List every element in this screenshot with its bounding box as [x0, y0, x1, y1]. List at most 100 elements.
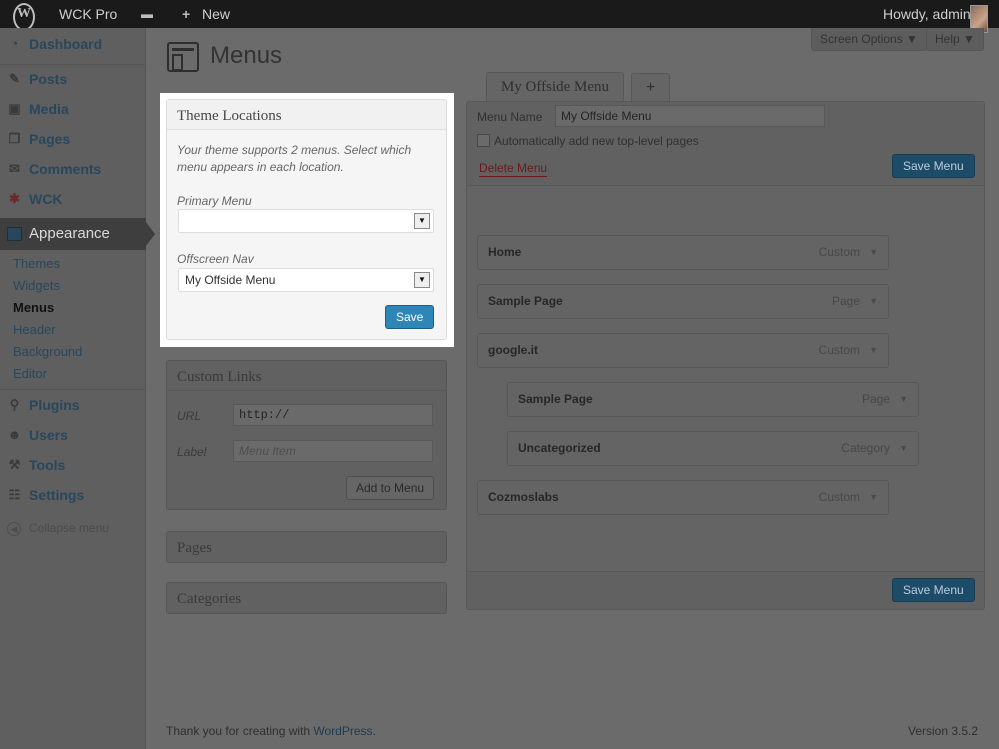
- save-menu-button-bottom[interactable]: Save Menu: [892, 578, 975, 602]
- sidebar-item-media[interactable]: ▣ Media: [0, 94, 146, 124]
- dashboard-icon: ◔: [10, 36, 19, 51]
- chevron-down-icon[interactable]: ▼: [869, 285, 878, 318]
- plugin-icon: ⚲: [9, 397, 20, 412]
- chevron-down-icon[interactable]: ▼: [869, 481, 878, 514]
- theme-locations-help: Your theme supports 2 menus. Select whic…: [177, 143, 412, 174]
- menu-item-type: Custom: [818, 490, 860, 504]
- screen-options-tab[interactable]: Screen Options ▼: [811, 28, 927, 51]
- url-input[interactable]: http://: [233, 404, 433, 426]
- sidebar-item-label: Posts: [29, 71, 68, 87]
- menu-item-title: Sample Page: [488, 294, 563, 308]
- sidebar-item-label: Dashboard: [29, 36, 103, 52]
- sidebar-item-label: Media: [29, 101, 69, 117]
- wordpress-logo-icon[interactable]: W: [13, 3, 35, 31]
- menu-item[interactable]: google.it Custom ▼: [477, 333, 889, 368]
- label-input[interactable]: Menu Item: [233, 440, 433, 462]
- categories-panel-title: Categories: [177, 591, 242, 607]
- help-tab[interactable]: Help ▼: [926, 28, 984, 51]
- sidebar-item-wck[interactable]: ✱ WCK: [0, 184, 146, 214]
- chevron-down-icon[interactable]: ▼: [869, 236, 878, 269]
- sidebar-item-comments[interactable]: ✉ Comments: [0, 154, 146, 184]
- sidebar-item-label: Users: [29, 427, 68, 443]
- plus-icon: +: [182, 6, 191, 22]
- primary-menu-label: Primary Menu: [177, 194, 252, 208]
- label-label: Label: [177, 445, 207, 459]
- menu-name-input[interactable]: My Offside Menu: [555, 105, 825, 127]
- menu-item-title: Sample Page: [518, 392, 593, 406]
- offscreen-nav-label: Offscreen Nav: [177, 252, 254, 266]
- chevron-down-icon[interactable]: ▼: [899, 432, 908, 465]
- submenu-header[interactable]: Header: [13, 319, 56, 341]
- sidebar-item-posts[interactable]: ✎ Posts: [0, 64, 146, 94]
- media-icon: ▣: [8, 101, 21, 116]
- pin-icon: ✎: [9, 71, 20, 86]
- sidebar-item-settings[interactable]: ☷ Settings: [0, 480, 146, 510]
- primary-menu-select[interactable]: ▼: [178, 209, 434, 233]
- theme-locations-panel: Theme Locations Your theme supports 2 me…: [166, 99, 447, 340]
- sidebar-item-tools[interactable]: ⚒ Tools: [0, 450, 146, 480]
- new-content-link[interactable]: New: [202, 0, 230, 28]
- sidebar-item-dashboard[interactable]: ◔ Dashboard: [0, 29, 146, 59]
- comments-icon: ✉: [9, 161, 20, 176]
- sidebar-item-label: Tools: [29, 457, 66, 473]
- custom-links-panel: Custom Links URL http:// Label Menu Item…: [166, 360, 447, 510]
- url-label: URL: [177, 409, 202, 423]
- offscreen-nav-value: My Offside Menu: [185, 273, 276, 287]
- add-to-menu-button[interactable]: Add to Menu: [346, 476, 435, 500]
- submenu-widgets[interactable]: Widgets: [13, 275, 60, 297]
- submenu-editor[interactable]: Editor: [13, 363, 47, 385]
- chevron-down-icon[interactable]: ▼: [869, 334, 878, 367]
- menu-item-type: Custom: [818, 245, 860, 259]
- page-title: Menus: [210, 42, 283, 69]
- settings-icon: ☷: [8, 487, 21, 502]
- menu-item-type: Category: [841, 441, 890, 455]
- sidebar-item-appearance[interactable]: Appearance: [0, 218, 155, 250]
- custom-links-title[interactable]: Custom Links: [167, 361, 446, 391]
- submenu-menus[interactable]: Menus: [13, 297, 54, 319]
- wordpress-link[interactable]: WordPress: [313, 724, 372, 738]
- submenu-themes[interactable]: Themes: [13, 253, 60, 275]
- sidebar-item-label: Settings: [29, 487, 85, 503]
- footer-thanks-text: Thank you for creating with: [166, 724, 314, 738]
- add-menu-tab[interactable]: +: [631, 73, 670, 101]
- sidebar-item-plugins[interactable]: ⚲ Plugins: [0, 390, 146, 420]
- auto-add-checkbox[interactable]: [477, 134, 490, 147]
- save-locations-button[interactable]: Save: [385, 305, 434, 329]
- menu-item[interactable]: Sample Page Page ▼: [477, 284, 889, 319]
- pages-panel[interactable]: Pages: [166, 531, 447, 563]
- sidebar-item-label: Comments: [29, 161, 102, 177]
- sidebar-item-label: WCK: [29, 191, 63, 207]
- tools-icon: ⚒: [8, 457, 21, 472]
- menu-edit-footer: Save Menu: [467, 571, 984, 609]
- theme-locations-title: Theme Locations: [167, 100, 446, 130]
- menus-page-icon: [167, 42, 199, 72]
- menu-item[interactable]: Sample Page Page ▼: [507, 382, 919, 417]
- menu-item-title: Cozmoslabs: [488, 490, 559, 504]
- menu-item-type: Custom: [818, 343, 860, 357]
- site-name-link[interactable]: WCK Pro: [59, 0, 117, 28]
- menu-edit-panel: Menu Name My Offside Menu Automatically …: [466, 101, 985, 610]
- auto-add-label: Automatically add new top-level pages: [494, 134, 699, 148]
- menu-item-title: google.it: [488, 343, 538, 357]
- chevron-down-icon[interactable]: ▼: [899, 383, 908, 416]
- sidebar-item-users[interactable]: ☻ Users: [0, 420, 146, 450]
- chevron-down-icon: ▼: [414, 272, 430, 288]
- sidebar-item-label: Pages: [29, 131, 71, 147]
- offscreen-nav-select[interactable]: My Offside Menu ▼: [178, 268, 434, 292]
- comments-bubble-icon[interactable]: ▬: [141, 0, 153, 28]
- categories-panel[interactable]: Categories: [166, 582, 447, 614]
- menu-item[interactable]: Uncategorized Category ▼: [507, 431, 919, 466]
- howdy-account-link[interactable]: Howdy, admin: [883, 0, 971, 28]
- menu-item[interactable]: Home Custom ▼: [477, 235, 889, 270]
- menu-item[interactable]: Cozmoslabs Custom ▼: [477, 480, 889, 515]
- pages-panel-title: Pages: [177, 540, 212, 556]
- wck-icon: ✱: [9, 191, 20, 206]
- submenu-background[interactable]: Background: [13, 341, 82, 363]
- footer-period: .: [372, 724, 376, 738]
- tab-my-offside-menu[interactable]: My Offside Menu: [486, 72, 624, 102]
- delete-menu-link[interactable]: Delete Menu: [479, 160, 548, 177]
- collapse-menu-button[interactable]: ◀ Collapse menu: [7, 520, 109, 536]
- sidebar-item-label: Appearance: [29, 225, 110, 242]
- save-menu-button-top[interactable]: Save Menu: [892, 154, 975, 178]
- sidebar-item-pages[interactable]: ❐ Pages: [0, 124, 146, 154]
